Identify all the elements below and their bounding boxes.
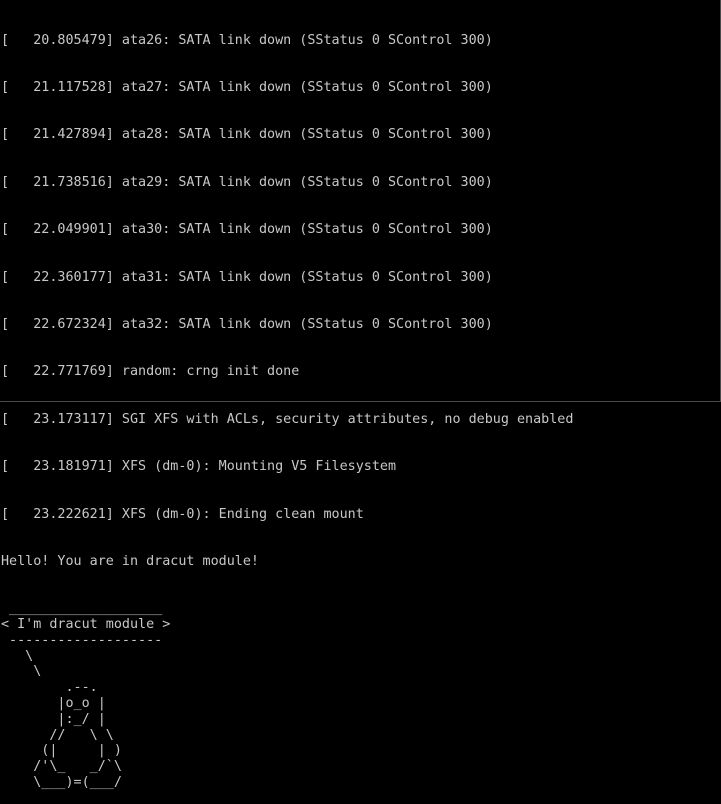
cowsay-tux-art: ___________________ < I'm dracut module … [1,601,171,791]
log-line-ata27: [ 21.117528] ata27: SATA link down (SSta… [1,79,493,95]
log-line-ata29: [ 21.738516] ata29: SATA link down (SSta… [1,174,493,190]
log-line-crng: [ 22.771769] random: crng init done [1,364,300,380]
log-line-xfs-acl: [ 23.173117] SGI XFS with ACLs, security… [1,411,574,427]
console-output: [ 20.805479] ata26: SATA link down (SSta… [1,1,573,804]
log-line-ata26: [ 20.805479] ata26: SATA link down (SSta… [1,32,493,48]
terminal-screen[interactable]: [ 20.805479] ata26: SATA link down (SSta… [0,0,721,790]
log-line-xfs-mount: [ 23.181971] XFS (dm-0): Mounting V5 Fil… [1,459,397,475]
log-line-ata30: [ 22.049901] ata30: SATA link down (SSta… [1,222,493,238]
hello-message: Hello! You are in dracut module! [1,553,259,569]
log-line-ata32: [ 22.672324] ata32: SATA link down (SSta… [1,316,493,332]
log-line-ata28: [ 21.427894] ata28: SATA link down (SSta… [1,127,493,143]
log-line-ata31: [ 22.360177] ata31: SATA link down (SSta… [1,269,493,285]
log-line-xfs-clean: [ 23.222621] XFS (dm-0): Ending clean mo… [1,506,364,522]
